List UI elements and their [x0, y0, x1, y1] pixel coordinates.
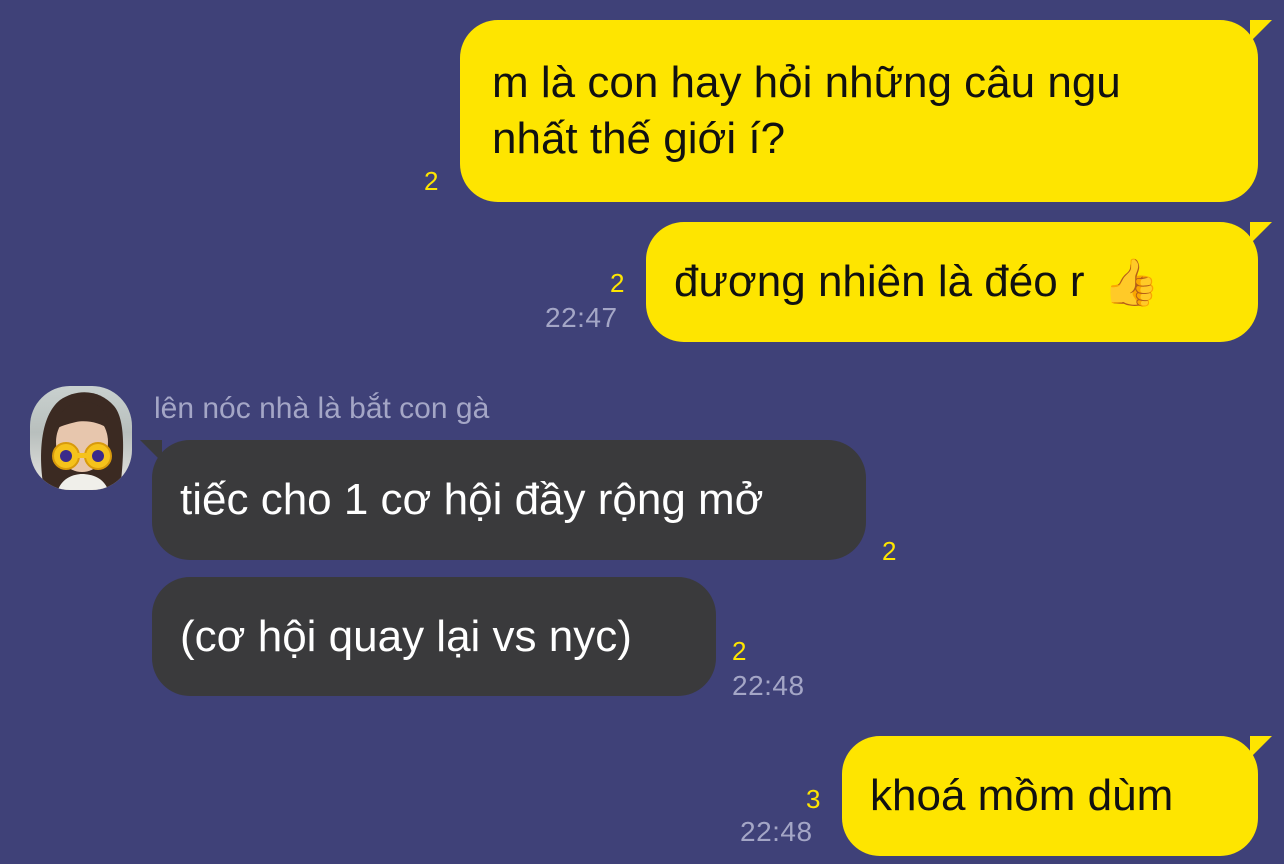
message-timestamp: 22:47	[545, 302, 618, 333]
bubble-tail	[1250, 20, 1272, 42]
message-text: tiếc cho 1 cơ hội đầy rộng mở	[180, 475, 764, 524]
message-timestamp: 22:48	[740, 816, 813, 847]
unread-count: 2	[424, 166, 439, 196]
message-timestamp: 22:48	[732, 670, 805, 701]
message-bubble-incoming[interactable]: tiếc cho 1 cơ hội đầy rộng mở	[140, 440, 866, 560]
message-bubble-outgoing[interactable]: khoá mồm dùm	[842, 736, 1272, 856]
avatar[interactable]	[30, 386, 132, 490]
message-text: khoá mồm dùm	[870, 771, 1174, 820]
unread-count: 2	[732, 636, 747, 666]
unread-count: 2	[610, 268, 625, 298]
message-text-line: nhất thế giới í?	[492, 114, 786, 163]
message-bubble-outgoing[interactable]: đương nhiên là đéo r 👍	[646, 222, 1272, 342]
message-bubble-outgoing[interactable]: m là con hay hỏi những câu ngu nhất thế …	[460, 20, 1272, 202]
message-text: đương nhiên là đéo r	[674, 257, 1085, 306]
message-text: (cơ hội quay lại vs nyc)	[180, 611, 632, 661]
unread-count: 3	[806, 784, 821, 814]
message-text-line: m là con hay hỏi những câu ngu	[492, 58, 1121, 107]
unread-count: 2	[882, 536, 897, 566]
message-bubble-incoming[interactable]: (cơ hội quay lại vs nyc)	[152, 577, 716, 696]
bubble-tail	[1250, 736, 1272, 758]
bubble-tail	[140, 440, 162, 462]
bubble-tail	[1250, 222, 1272, 244]
thumbs-up-emoji-icon: 👍	[1102, 256, 1160, 308]
sender-name: lên nóc nhà là bắt con gà	[154, 392, 490, 425]
avatar-girl-with-toy-glasses-icon	[41, 392, 124, 490]
